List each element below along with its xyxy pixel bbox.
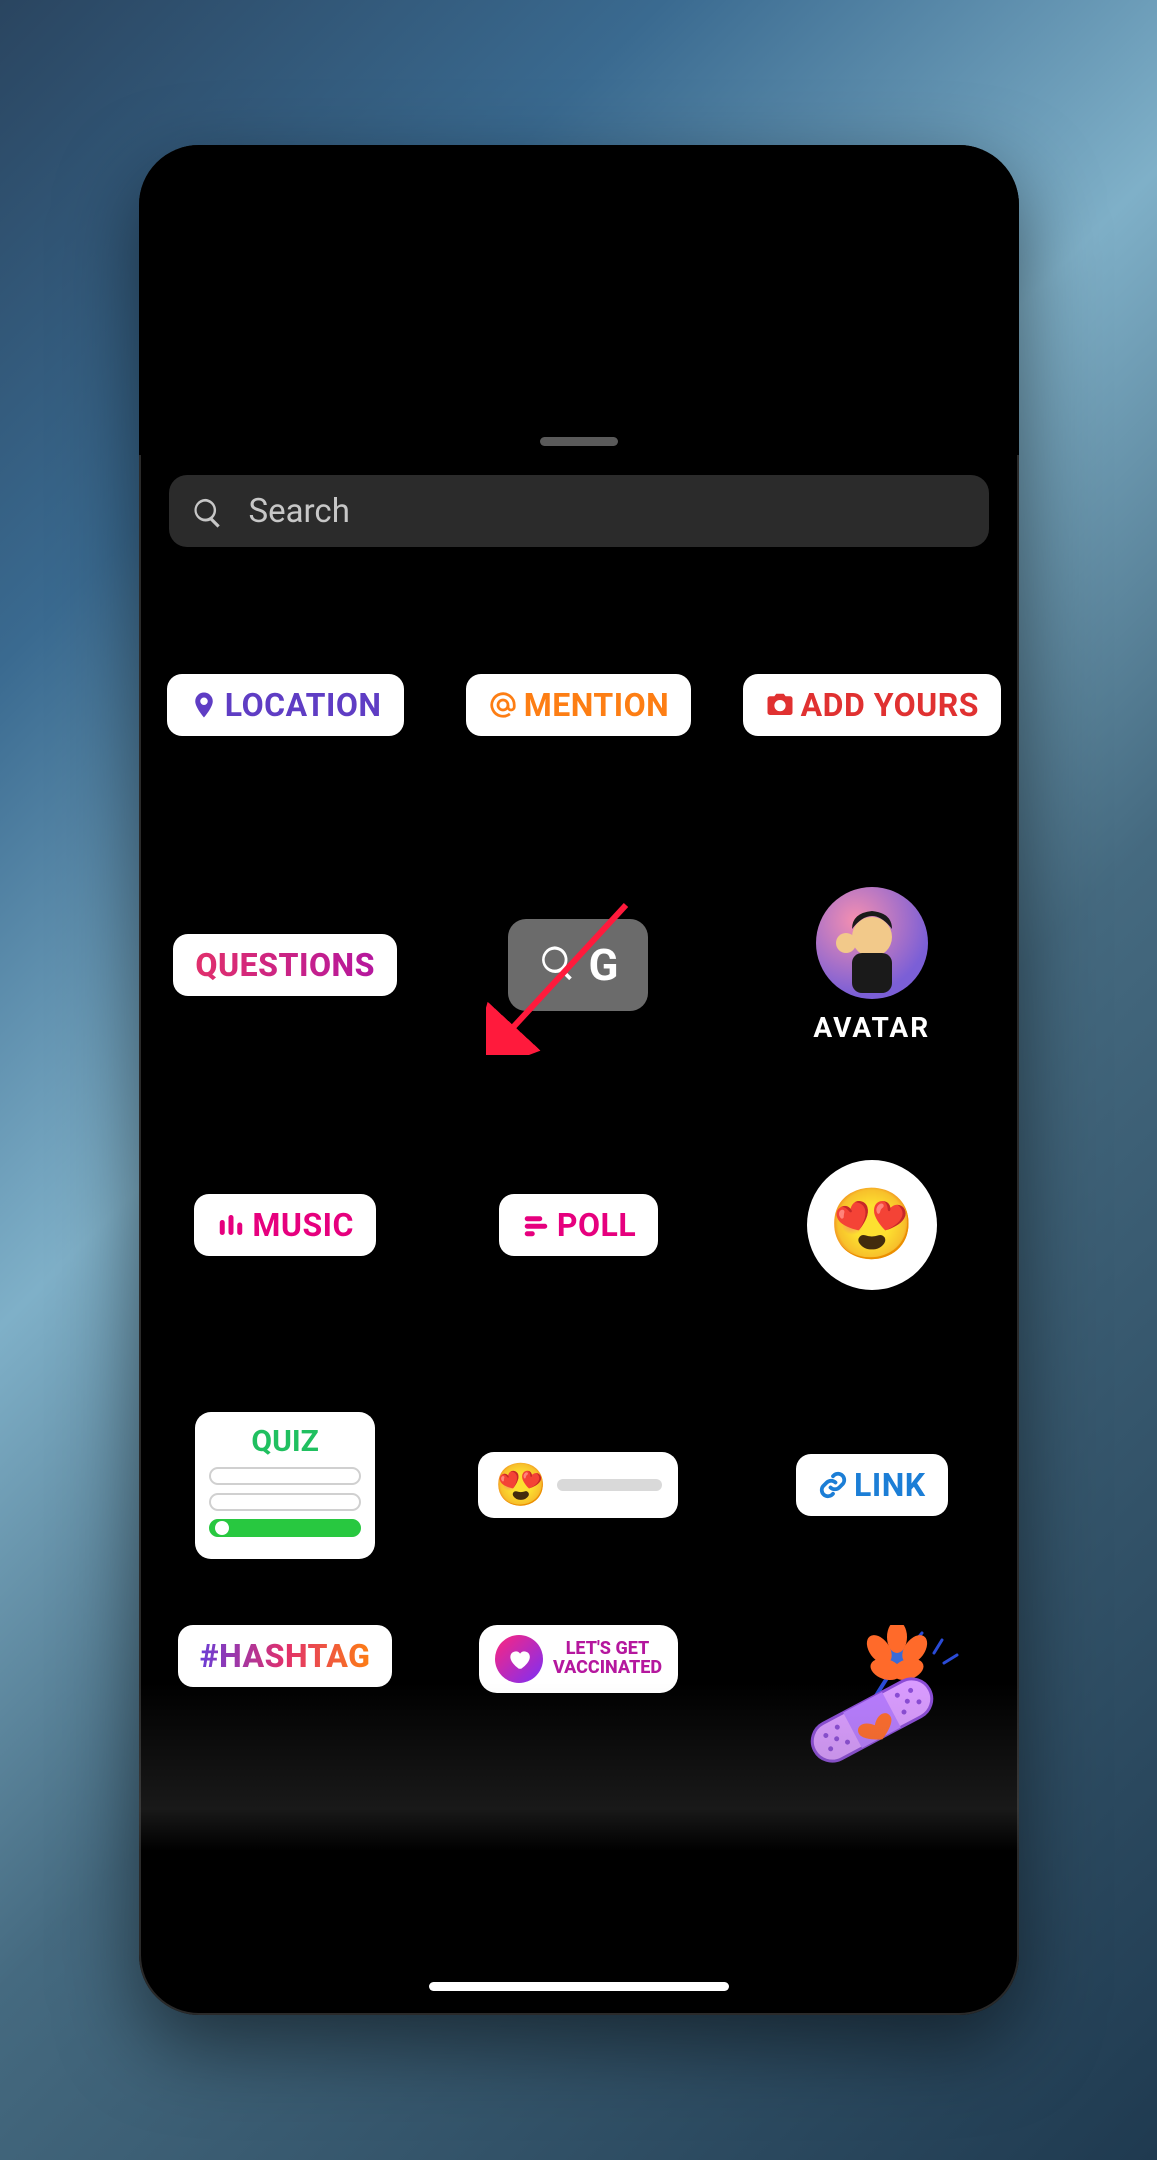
quiz-option-bar [209, 1493, 361, 1511]
home-indicator[interactable] [429, 1982, 729, 1991]
gif-letter: G [588, 939, 618, 991]
location-label: LOCATION [225, 686, 382, 724]
sticker-row: QUESTIONS G [139, 835, 1019, 1095]
poll-sticker[interactable]: POLL [499, 1194, 658, 1256]
heart-eyes-emoji: 😍 [494, 1461, 546, 1510]
emoji-slider-sticker[interactable]: 😍 [478, 1452, 678, 1518]
heart-badge-icon [495, 1635, 543, 1683]
music-label: MUSIC [252, 1206, 354, 1244]
search-placeholder: Search [249, 492, 350, 531]
music-sticker[interactable]: MUSIC [194, 1194, 376, 1256]
search-icon [538, 943, 578, 987]
sticker-row: LOCATION MENTION ADD YOURS [139, 575, 1019, 835]
sticker-search-bar[interactable]: Search [169, 475, 989, 547]
location-sticker[interactable]: LOCATION [167, 674, 404, 736]
search-icon [191, 496, 221, 526]
sticker-row: #HASHTAG LET'S GET VACCINATED [139, 1615, 1019, 1835]
gif-sticker[interactable]: G [508, 919, 648, 1011]
equalizer-icon [216, 1210, 246, 1240]
story-canvas [139, 145, 1019, 455]
questions-label: QUESTIONS [195, 946, 375, 984]
sticker-grid: LOCATION MENTION ADD YOURS [139, 575, 1019, 1895]
phone-frame: Search LOCATION MENTION [139, 145, 1019, 2015]
vaccinated-sticker[interactable]: LET'S GET VACCINATED [479, 1625, 678, 1693]
location-pin-icon [189, 690, 219, 720]
hashtag-label: #HASHTAG [200, 1637, 371, 1675]
mention-label: MENTION [524, 686, 669, 724]
vaccinated-text: LET'S GET VACCINATED [553, 1640, 662, 1678]
sheet-grabber[interactable] [540, 437, 618, 446]
reaction-sticker[interactable]: 😍 [807, 1160, 937, 1290]
camera-icon [765, 690, 795, 720]
hashtag-sticker[interactable]: #HASHTAG [178, 1625, 393, 1687]
slider-track [557, 1479, 663, 1491]
at-icon [488, 690, 518, 720]
quiz-sticker[interactable]: QUIZ [195, 1412, 375, 1559]
questions-sticker[interactable]: QUESTIONS [173, 934, 397, 996]
avatar-illustration [822, 893, 922, 993]
link-icon [818, 1470, 848, 1500]
poll-label: POLL [557, 1206, 636, 1244]
sticker-row: MUSIC POLL 😍 [139, 1095, 1019, 1355]
sticker-row: QUIZ 😍 LINK [139, 1355, 1019, 1615]
mention-sticker[interactable]: MENTION [466, 674, 691, 736]
bandaid-flower-icon [772, 1625, 972, 1765]
poll-icon [521, 1210, 551, 1240]
avatar-image [816, 887, 928, 999]
quiz-correct-bar [209, 1519, 361, 1537]
add-yours-label: ADD YOURS [801, 686, 979, 724]
heart-eyes-emoji: 😍 [828, 1190, 915, 1260]
link-sticker[interactable]: LINK [796, 1454, 948, 1516]
support-cause-sticker[interactable] [772, 1625, 972, 1765]
quiz-title: QUIZ [209, 1424, 361, 1459]
link-label: LINK [854, 1466, 926, 1504]
avatar-label: AVATAR [813, 1011, 930, 1044]
quiz-option-bar [209, 1467, 361, 1485]
add-yours-sticker[interactable]: ADD YOURS [743, 674, 1001, 736]
avatar-sticker[interactable]: AVATAR [813, 887, 930, 1044]
